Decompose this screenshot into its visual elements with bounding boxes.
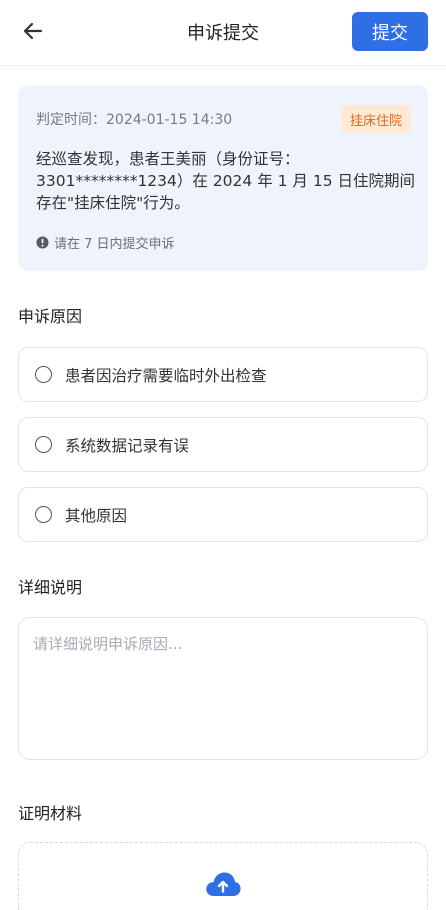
radio-button[interactable] xyxy=(35,436,52,453)
ruling-info-card: 判定时间：2024-01-15 14:30 挂床住院 经巡查发现，患者王美丽（身… xyxy=(18,85,428,271)
detail-section-title: 详细说明 xyxy=(18,578,83,597)
radio-button[interactable] xyxy=(35,366,52,383)
submit-button[interactable]: 提交 xyxy=(352,12,428,51)
reason-option-3[interactable]: 其他原因 xyxy=(18,487,428,542)
radio-button[interactable] xyxy=(35,506,52,523)
evidence-section-title: 证明材料 xyxy=(18,804,83,823)
reason-section-title: 申诉原因 xyxy=(18,307,83,326)
reason-option-1[interactable]: 患者因治疗需要临时外出检查 xyxy=(18,347,428,402)
violation-tag: 挂床住院 xyxy=(340,105,411,133)
deadline-notice-text: 请在 7 日内提交申诉 xyxy=(54,237,175,252)
ruling-description: 经巡查发现，患者王美丽（身份证号：3301********1234）在 2024… xyxy=(36,150,415,212)
app-header: 申诉提交 提交 xyxy=(0,0,446,66)
info-circle-icon xyxy=(36,236,49,249)
detail-textarea[interactable] xyxy=(18,617,428,760)
ruling-time: 判定时间：2024-01-15 14:30 xyxy=(36,112,233,128)
reason-option-label: 患者因治疗需要临时外出检查 xyxy=(65,366,267,385)
reason-option-label: 系统数据记录有误 xyxy=(65,436,190,455)
cloud-upload-icon xyxy=(206,872,241,896)
reason-option-label: 其他原因 xyxy=(65,506,128,525)
reason-option-2[interactable]: 系统数据记录有误 xyxy=(18,417,428,472)
deadline-notice: 请在 7 日内提交申诉 xyxy=(36,233,175,252)
evidence-upload-area[interactable] xyxy=(18,842,428,910)
